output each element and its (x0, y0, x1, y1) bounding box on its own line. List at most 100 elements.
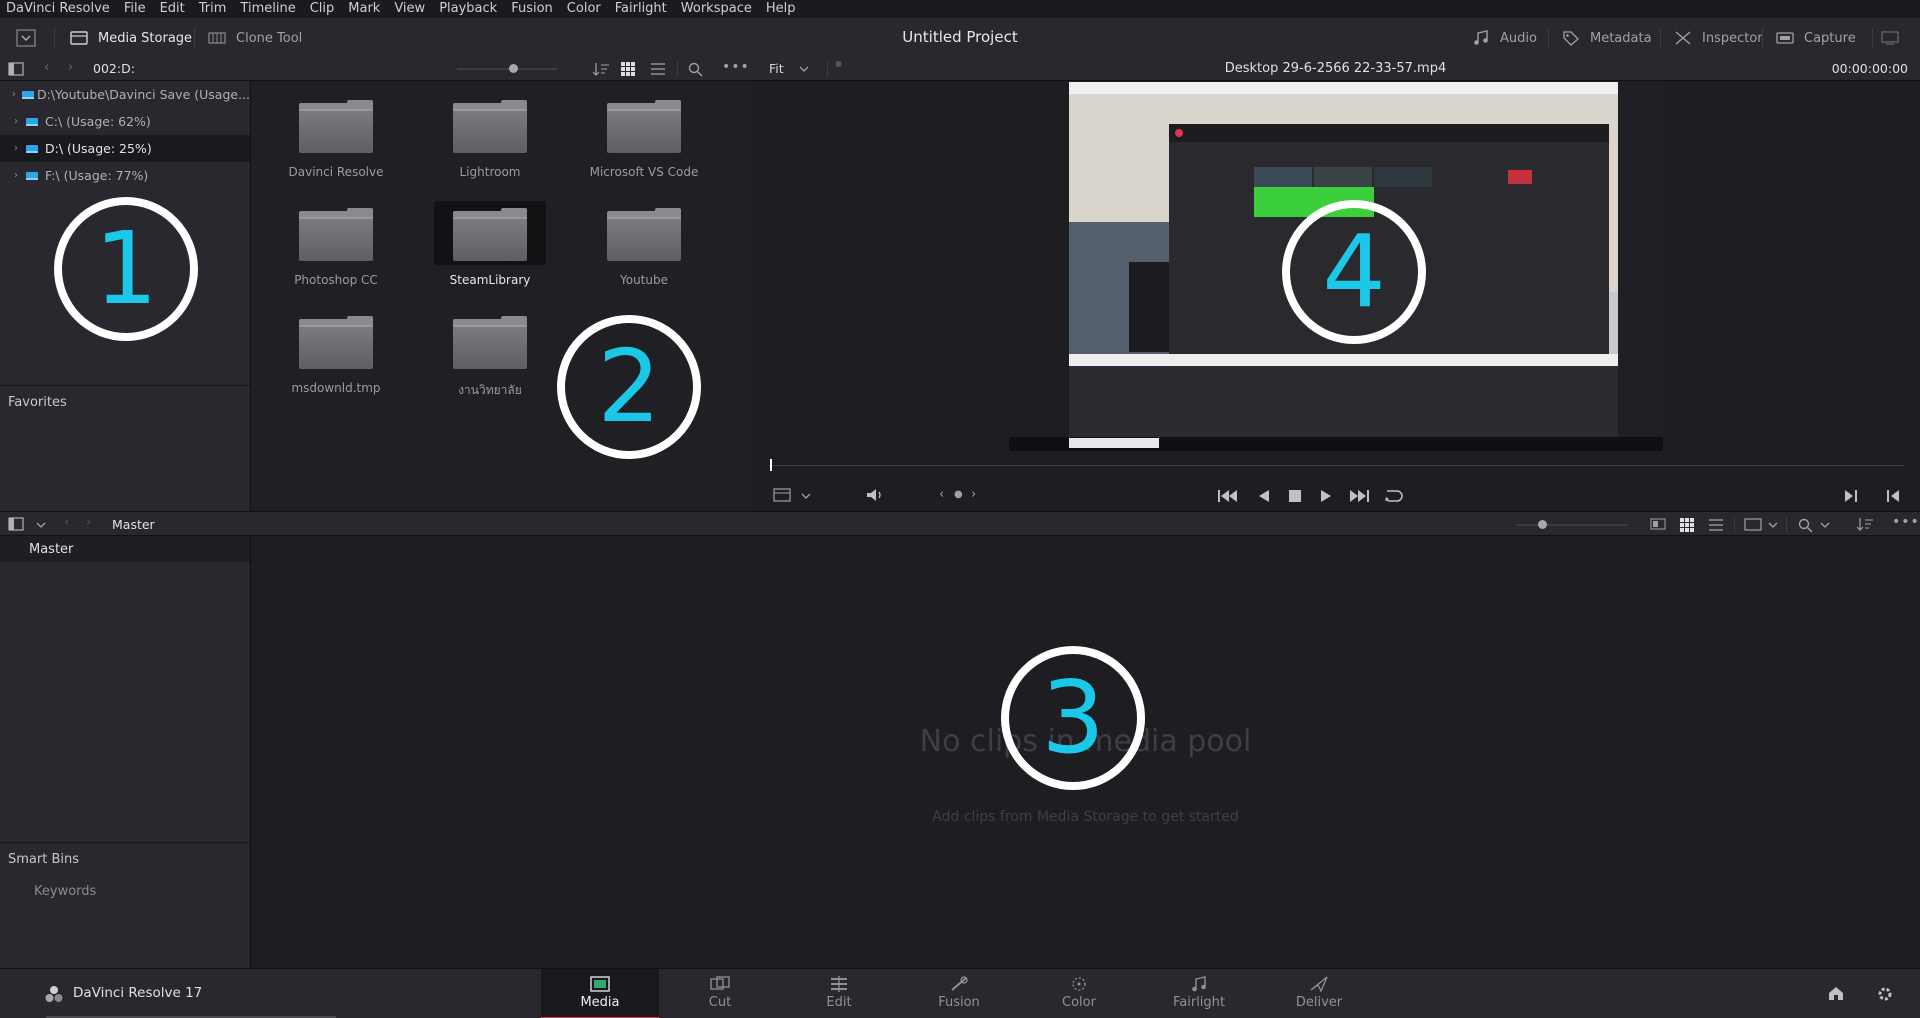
go-to-start-icon[interactable] (1217, 489, 1239, 503)
clone-tool-button[interactable]: Clone Tool (208, 25, 302, 51)
aspect-ratio-icon[interactable] (1744, 518, 1762, 531)
scrubber-track[interactable] (769, 465, 1905, 466)
bin-list-toggle-icon[interactable] (8, 517, 24, 531)
folder-item[interactable]: msdownld.tmp (266, 309, 406, 409)
storage-path: 002:D: (93, 61, 135, 76)
home-icon[interactable] (1827, 985, 1845, 1002)
page-tab-edit[interactable]: Edit (780, 969, 898, 1018)
chevron-right-icon[interactable]: › (9, 170, 23, 181)
menu-workspace[interactable]: Workspace (674, 0, 759, 18)
forward-arrow-icon[interactable]: › (86, 515, 91, 530)
loop-icon[interactable] (1382, 488, 1404, 504)
page-tab-deliver[interactable]: Deliver (1260, 969, 1378, 1018)
search-icon[interactable] (688, 62, 703, 77)
playhead[interactable] (770, 459, 772, 471)
folder-item[interactable]: Photoshop CC (266, 201, 406, 301)
gear-icon[interactable] (1876, 985, 1894, 1003)
folder-label: Davinci Resolve (288, 165, 384, 179)
metadata-button[interactable]: Metadata (1562, 25, 1652, 51)
bin-item-master[interactable]: Master (0, 536, 250, 562)
page-tab-cut[interactable]: Cut (661, 969, 779, 1018)
capture-button[interactable]: Capture (1776, 25, 1856, 51)
search-icon[interactable] (1798, 518, 1813, 533)
drive-label: D:\Youtube\Davinci Save (Usage... (36, 87, 250, 102)
menu-edit[interactable]: Edit (153, 0, 192, 18)
folder-item[interactable]: Youtube (574, 201, 714, 301)
back-arrow-icon[interactable]: ‹ (64, 515, 69, 530)
disk-icon (26, 171, 38, 181)
chevron-down-icon[interactable] (1820, 522, 1830, 529)
empty-pool-hint: Add clips from Media Storage to get star… (932, 809, 1239, 825)
menu-file[interactable]: File (117, 0, 153, 18)
menu-mark[interactable]: Mark (341, 0, 387, 18)
menu-help[interactable]: Help (759, 0, 803, 18)
sidebar-toggle-icon[interactable] (8, 62, 24, 76)
color-page-icon (1072, 977, 1086, 991)
more-options-icon[interactable]: ••• (722, 59, 750, 75)
drive-label: C:\ (Usage: 62%) (45, 114, 151, 129)
marker-dot-icon[interactable]: ● (954, 489, 963, 500)
deliver-page-icon (1310, 976, 1328, 993)
chevron-right-icon[interactable]: › (9, 116, 23, 127)
menu-clip[interactable]: Clip (303, 0, 342, 18)
stop-icon[interactable] (1289, 490, 1301, 502)
menu-playback[interactable]: Playback (432, 0, 504, 18)
next-marker-icon[interactable]: › (971, 487, 976, 502)
capture-icon (1776, 32, 1794, 44)
audio-button[interactable]: Audio (1472, 25, 1537, 51)
grid-view-icon[interactable] (1680, 518, 1694, 532)
drive-item-davinci-save[interactable]: › D:\Youtube\Davinci Save (Usage... (0, 81, 250, 108)
inspector-button[interactable]: Inspector (1674, 25, 1763, 51)
folder-item[interactable]: งานวิทยาลัย (420, 309, 560, 409)
pool-thumbnail-slider[interactable] (1516, 520, 1628, 529)
storage-icon (70, 31, 88, 45)
menu-timeline[interactable]: Timeline (233, 0, 302, 18)
volume-icon[interactable] (866, 488, 884, 502)
panel-toggle-button[interactable] (16, 25, 36, 51)
menu-color[interactable]: Color (560, 0, 608, 18)
menu-fairlight[interactable]: Fairlight (608, 0, 674, 18)
back-arrow-icon[interactable]: ‹ (44, 60, 49, 75)
metadata-view-icon[interactable] (1650, 518, 1666, 530)
folder-item[interactable]: Lightroom (420, 93, 560, 193)
smart-bin-keywords[interactable]: Keywords (34, 884, 96, 899)
list-view-icon[interactable] (651, 62, 665, 76)
fullscreen-button[interactable] (1880, 25, 1900, 51)
page-tab-fairlight[interactable]: Fairlight (1140, 969, 1258, 1018)
menu-trim[interactable]: Trim (192, 0, 234, 18)
menu-fusion[interactable]: Fusion (504, 0, 560, 18)
play-icon[interactable] (1320, 489, 1332, 503)
more-options-icon[interactable]: ••• (1892, 514, 1920, 530)
slider-knob[interactable] (509, 64, 518, 73)
page-tab-color[interactable]: Color (1020, 969, 1138, 1018)
mark-in-icon[interactable] (1844, 489, 1858, 503)
chevron-down-icon[interactable] (801, 493, 811, 500)
folder-item[interactable]: Microsoft VS Code (574, 93, 714, 193)
page-tab-media[interactable]: Media (541, 969, 659, 1018)
page-tab-fusion[interactable]: Fusion (900, 969, 1018, 1018)
sort-icon[interactable] (1856, 517, 1874, 531)
chevron-right-icon[interactable]: › (9, 89, 19, 100)
grid-view-icon[interactable] (621, 62, 635, 76)
slider-knob[interactable] (1538, 520, 1547, 529)
chevron-down-icon[interactable] (1768, 522, 1778, 529)
menu-app[interactable]: DaVinci Resolve (0, 0, 117, 18)
chevron-right-icon[interactable]: › (9, 143, 23, 154)
list-view-icon[interactable] (1709, 518, 1723, 532)
sort-icon[interactable] (592, 62, 610, 76)
folder-item-selected[interactable]: SteamLibrary (420, 201, 560, 301)
go-to-end-icon[interactable] (1348, 489, 1370, 503)
clip-view-icon[interactable] (773, 488, 791, 502)
forward-arrow-icon[interactable]: › (68, 60, 73, 75)
mark-out-icon[interactable] (1886, 489, 1900, 503)
thumbnail-size-slider[interactable] (457, 64, 557, 73)
folder-item[interactable]: Davinci Resolve (266, 93, 406, 193)
drive-item-d[interactable]: › D:\ (Usage: 25%) (0, 135, 250, 162)
play-reverse-icon[interactable] (1258, 489, 1270, 503)
media-storage-button[interactable]: Media Storage (70, 25, 192, 51)
prev-marker-icon[interactable]: ‹ (939, 487, 944, 502)
chevron-down-icon[interactable] (36, 522, 46, 529)
menu-view[interactable]: View (387, 0, 432, 18)
drive-item-f[interactable]: › F:\ (Usage: 77%) (0, 162, 250, 189)
drive-item-c[interactable]: › C:\ (Usage: 62%) (0, 108, 250, 135)
